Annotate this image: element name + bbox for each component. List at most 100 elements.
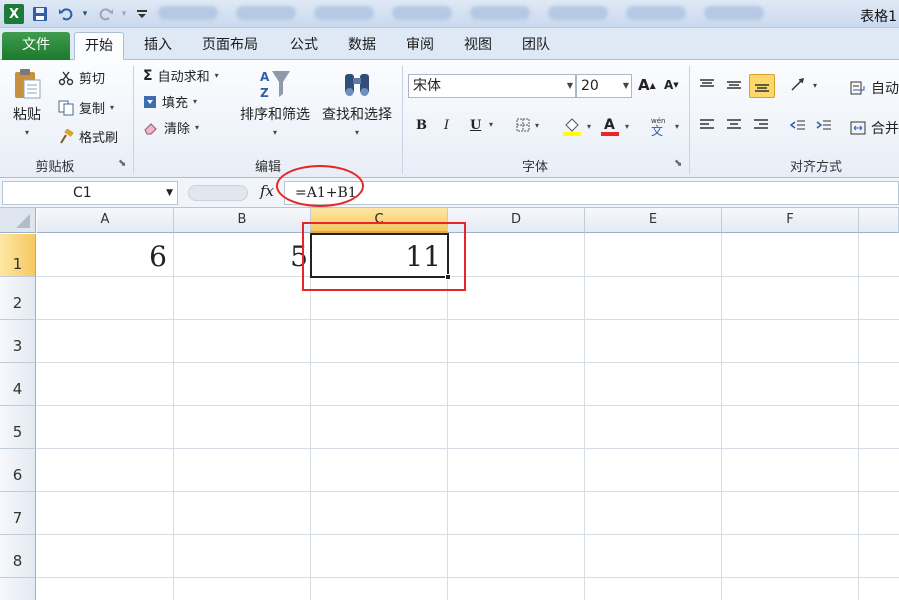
- highlight-rectangle: [302, 222, 466, 291]
- name-box-dropdown-icon[interactable]: ▼: [166, 182, 173, 204]
- format-painter-button[interactable]: 格式刷: [58, 127, 118, 146]
- font-color-button[interactable]: A ▾: [600, 116, 629, 136]
- increase-indent-button[interactable]: [816, 118, 832, 132]
- group-divider: [133, 66, 134, 174]
- font-color-dropdown-icon: ▾: [625, 121, 630, 131]
- clear-button[interactable]: 清除 ▾: [143, 118, 199, 137]
- phonetic-button[interactable]: wén 文 ▾: [648, 116, 679, 136]
- align-bottom-button[interactable]: [749, 74, 775, 98]
- name-box-value: C1: [73, 185, 92, 201]
- save-icon[interactable]: [32, 4, 48, 24]
- tab-file[interactable]: 文件: [2, 32, 70, 60]
- shrink-font-icon: A ▼: [664, 78, 679, 92]
- format-painter-label: 格式刷: [79, 131, 119, 146]
- font-size-dropdown-icon[interactable]: ▼: [623, 75, 629, 97]
- autosum-button[interactable]: Σ 自动求和 ▾: [143, 66, 219, 86]
- font-size-value: 20: [581, 78, 599, 94]
- align-middle-icon: [726, 78, 742, 92]
- redo-icon[interactable]: [98, 4, 114, 24]
- tab-page-layout[interactable]: 页面布局: [192, 32, 268, 60]
- fill-down-icon: [143, 95, 157, 109]
- row-header-8[interactable]: 8: [0, 535, 36, 578]
- gridline: [36, 319, 899, 320]
- autosum-dropdown-icon: ▾: [214, 71, 219, 80]
- column-header-e[interactable]: E: [585, 208, 722, 233]
- fill-dropdown-icon: ▾: [193, 97, 198, 106]
- border-button[interactable]: ▾: [516, 118, 539, 132]
- worksheet-grid[interactable]: A B C D E F 1 2 3 4 5 6 7 8 6 5 11: [0, 208, 899, 600]
- bold-button[interactable]: B: [416, 118, 427, 133]
- column-header-b[interactable]: B: [174, 208, 311, 233]
- font-size-combo[interactable]: 20 ▼: [576, 74, 632, 98]
- underline-button[interactable]: U: [470, 118, 481, 133]
- find-select-button[interactable]: 查找和选择 ▾: [322, 68, 392, 137]
- row-header-1[interactable]: 1: [0, 234, 36, 277]
- row-header-2[interactable]: 2: [0, 277, 36, 320]
- autosum-label: 自动求和: [157, 70, 210, 85]
- cell-b1[interactable]: 5: [174, 238, 310, 276]
- copy-button[interactable]: 复制 ▾: [58, 98, 114, 117]
- name-box[interactable]: C1 ▼: [2, 181, 178, 205]
- select-all-corner[interactable]: [0, 208, 36, 233]
- wrap-text-label: 自动: [871, 81, 899, 97]
- align-right-button[interactable]: [753, 118, 769, 132]
- undo-dropdown-icon[interactable]: ▾: [80, 4, 90, 24]
- orientation-button[interactable]: ▾: [790, 78, 817, 92]
- gridline: [36, 362, 899, 363]
- align-center-button[interactable]: [726, 118, 742, 132]
- align-top-button[interactable]: [699, 78, 715, 92]
- paste-dropdown-icon: ▾: [24, 128, 29, 137]
- excel-logo-icon[interactable]: X: [4, 4, 24, 24]
- border-icon: [516, 118, 530, 132]
- align-left-button[interactable]: [699, 118, 715, 132]
- row-header-3[interactable]: 3: [0, 320, 36, 363]
- editing-group-label: 编辑: [254, 160, 281, 175]
- gridline: [36, 276, 899, 277]
- sort-filter-button[interactable]: AZ 排序和筛选 ▾: [240, 68, 310, 137]
- tab-team[interactable]: 团队: [512, 32, 560, 60]
- font-name-dropdown-icon[interactable]: ▼: [567, 75, 573, 97]
- redo-dropdown-icon[interactable]: ▾: [119, 4, 129, 24]
- insert-function-icon[interactable]: fx: [260, 182, 274, 200]
- wrap-text-button[interactable]: 自动: [850, 78, 899, 98]
- row-header-9[interactable]: [0, 578, 36, 600]
- tab-review[interactable]: 审阅: [396, 32, 444, 60]
- row-header-7[interactable]: 7: [0, 492, 36, 535]
- tab-data[interactable]: 数据: [338, 32, 386, 60]
- column-header-a[interactable]: A: [37, 208, 174, 233]
- column-header-f[interactable]: F: [722, 208, 859, 233]
- grow-font-button[interactable]: A ▲: [638, 76, 656, 94]
- fill-color-button[interactable]: ▾: [562, 116, 591, 136]
- row-header-6[interactable]: 6: [0, 449, 36, 492]
- row-header-4[interactable]: 4: [0, 363, 36, 406]
- copy-label: 复制: [79, 102, 106, 117]
- column-header-d[interactable]: D: [448, 208, 585, 233]
- align-middle-button[interactable]: [726, 78, 742, 92]
- undo-icon[interactable]: [58, 4, 74, 24]
- clipboard-launcher-icon[interactable]: ⬊: [118, 158, 126, 169]
- column-header-g[interactable]: [859, 208, 899, 233]
- tab-formulas[interactable]: 公式: [280, 32, 328, 60]
- tab-home[interactable]: 开始: [74, 32, 124, 60]
- cell-a1[interactable]: 6: [37, 238, 173, 276]
- sigma-icon: Σ: [143, 67, 153, 84]
- italic-button[interactable]: I: [444, 118, 449, 133]
- fill-button[interactable]: 填充 ▾: [143, 92, 197, 111]
- merge-button[interactable]: 合并: [850, 118, 899, 138]
- formula-bar-splitter[interactable]: [188, 185, 248, 201]
- font-launcher-icon[interactable]: ⬊: [674, 158, 682, 169]
- font-name-combo[interactable]: 宋体 ▼: [408, 74, 576, 98]
- formula-input[interactable]: =A1+B1: [284, 181, 899, 205]
- customize-icon[interactable]: [136, 4, 148, 24]
- tab-view[interactable]: 视图: [454, 32, 502, 60]
- sort-filter-dropdown-icon: ▾: [272, 128, 277, 137]
- shrink-font-button[interactable]: A ▼: [664, 78, 679, 92]
- tab-insert[interactable]: 插入: [134, 32, 182, 60]
- underline-dropdown-icon[interactable]: ▾: [489, 120, 493, 129]
- ribbon: 粘贴 ▾ 剪切 复制 ▾ 格式刷 剪贴板 ⬊ Σ 自动求和 ▾ 填充 ▾ 清除 …: [0, 60, 899, 178]
- cut-button[interactable]: 剪切: [58, 68, 105, 87]
- paste-button[interactable]: 粘贴 ▾: [12, 68, 42, 137]
- merge-cells-icon: [850, 121, 866, 135]
- row-header-5[interactable]: 5: [0, 406, 36, 449]
- decrease-indent-button[interactable]: [790, 118, 806, 132]
